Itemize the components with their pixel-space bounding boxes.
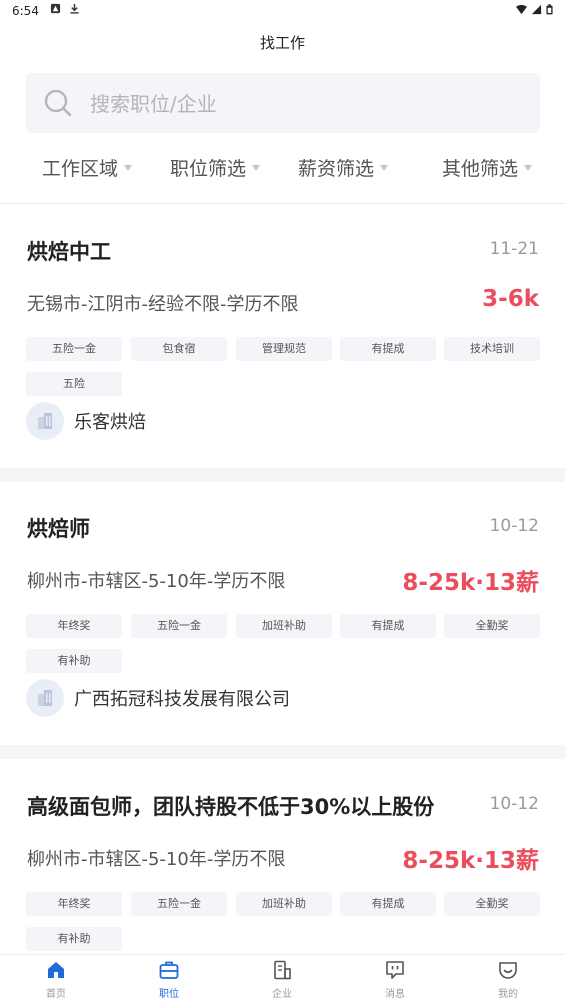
company-row: 乐客烘焙 [26, 402, 146, 440]
company-name: 广西拓冠科技发展有限公司 [74, 689, 290, 710]
home-icon [48, 962, 64, 978]
status-time: 6:54 [12, 4, 39, 18]
job-tag: 年终奖 [26, 614, 122, 638]
job-tag: 有提成 [340, 892, 436, 916]
tab-jobs[interactable]: 职位 [129, 959, 209, 1000]
status-left-icons [50, 3, 80, 14]
filter-other[interactable]: 其他筛选 [442, 154, 533, 181]
section-gap [0, 745, 565, 759]
job-salary: 8-25k·13薪 [402, 570, 539, 596]
tab-label: 职位 [159, 989, 179, 1000]
profile-icon [499, 962, 517, 979]
company-row: 广西拓冠科技发展有限公司 [26, 679, 290, 717]
job-tag: 有补助 [26, 927, 122, 951]
filter-label: 其他筛选 [442, 158, 519, 180]
company-name: 乐客烘焙 [74, 412, 146, 433]
job-title: 烘焙中工 [27, 240, 111, 264]
job-tag: 有补助 [26, 649, 122, 673]
job-tag: 加班补助 [236, 614, 332, 638]
job-tag: 五险一金 [26, 337, 122, 361]
job-title: 烘焙师 [27, 517, 90, 541]
job-tag: 全勤奖 [444, 614, 540, 638]
search-box[interactable] [26, 73, 540, 133]
divider [0, 203, 565, 204]
job-meta: 柳州市-市辖区-5-10年-学历不限 [27, 849, 286, 870]
filter-area[interactable]: 工作区域 [42, 154, 133, 181]
caret-down-icon [252, 164, 261, 171]
tab-label: 我的 [498, 989, 518, 1000]
filter-position[interactable]: 职位筛选 [170, 154, 261, 181]
caret-down-icon [380, 164, 389, 171]
tab-label: 企业 [272, 989, 292, 1000]
tab-label: 首页 [46, 989, 66, 1000]
job-tag: 加班补助 [236, 892, 332, 916]
wifi-icon [516, 4, 527, 15]
job-date: 10-12 [489, 794, 539, 814]
job-tag: 五险 [26, 372, 122, 396]
job-salary: 8-25k·13薪 [402, 848, 539, 874]
job-tag: 全勤奖 [444, 892, 540, 916]
filter-bar: 工作区域 职位筛选 薪资筛选 其他筛选 [0, 148, 565, 188]
download-icon [70, 3, 79, 14]
caret-down-icon [124, 164, 133, 171]
job-tag: 有提成 [340, 614, 436, 638]
job-tag: 五险一金 [131, 892, 227, 916]
job-salary: 3-6k [482, 286, 539, 312]
job-tag: 包食宿 [131, 337, 227, 361]
page-title: 找工作 [259, 34, 305, 52]
signal-icon [531, 4, 542, 15]
status-right-icons [516, 4, 553, 15]
job-tag: 管理规范 [236, 337, 332, 361]
job-card[interactable]: 烘焙中工 11-21 无锡市-江阴市-经验不限-学历不限 3-6k 五险一金 包… [0, 236, 565, 451]
job-card[interactable]: 烘焙师 10-12 柳州市-市辖区-5-10年-学历不限 8-25k·13薪 年… [0, 513, 565, 728]
tab-home[interactable]: 首页 [16, 959, 96, 1000]
section-gap [0, 468, 565, 482]
filter-label: 薪资筛选 [298, 158, 375, 180]
job-title: 高级面包师，团队持股不低于30%以上股份 [27, 795, 435, 819]
job-tag: 技术培训 [444, 337, 540, 361]
tab-label: 消息 [385, 989, 405, 1000]
caret-down-icon [524, 164, 533, 171]
building-icon [26, 679, 64, 717]
bottom-tab-bar: 首页 职位 企业 消息 我的 [0, 954, 565, 1005]
filter-label: 工作区域 [42, 158, 119, 180]
job-tag: 年终奖 [26, 892, 122, 916]
filter-salary[interactable]: 薪资筛选 [298, 154, 389, 181]
status-bar: 6:54 [0, 0, 565, 24]
tab-messages[interactable]: 消息 [355, 959, 435, 1000]
tab-company[interactable]: 企业 [242, 959, 322, 1000]
job-tag: 五险一金 [131, 614, 227, 638]
tab-profile[interactable]: 我的 [468, 959, 548, 1000]
briefcase-icon [159, 961, 179, 979]
job-meta: 柳州市-市辖区-5-10年-学历不限 [27, 571, 286, 592]
notification-icon [50, 3, 61, 14]
job-meta: 无锡市-江阴市-经验不限-学历不限 [27, 294, 299, 315]
job-date: 10-12 [489, 516, 539, 536]
filter-label: 职位筛选 [170, 158, 247, 180]
building-icon [274, 960, 291, 980]
message-icon [386, 961, 404, 979]
building-icon [26, 402, 64, 440]
battery-icon [546, 4, 553, 15]
search-icon [44, 89, 72, 117]
search-input[interactable] [88, 87, 522, 121]
job-tag: 有提成 [340, 337, 436, 361]
job-date: 11-21 [489, 239, 539, 259]
job-card[interactable]: 高级面包师，团队持股不低于30%以上股份 10-12 柳州市-市辖区-5-10年… [0, 791, 565, 954]
